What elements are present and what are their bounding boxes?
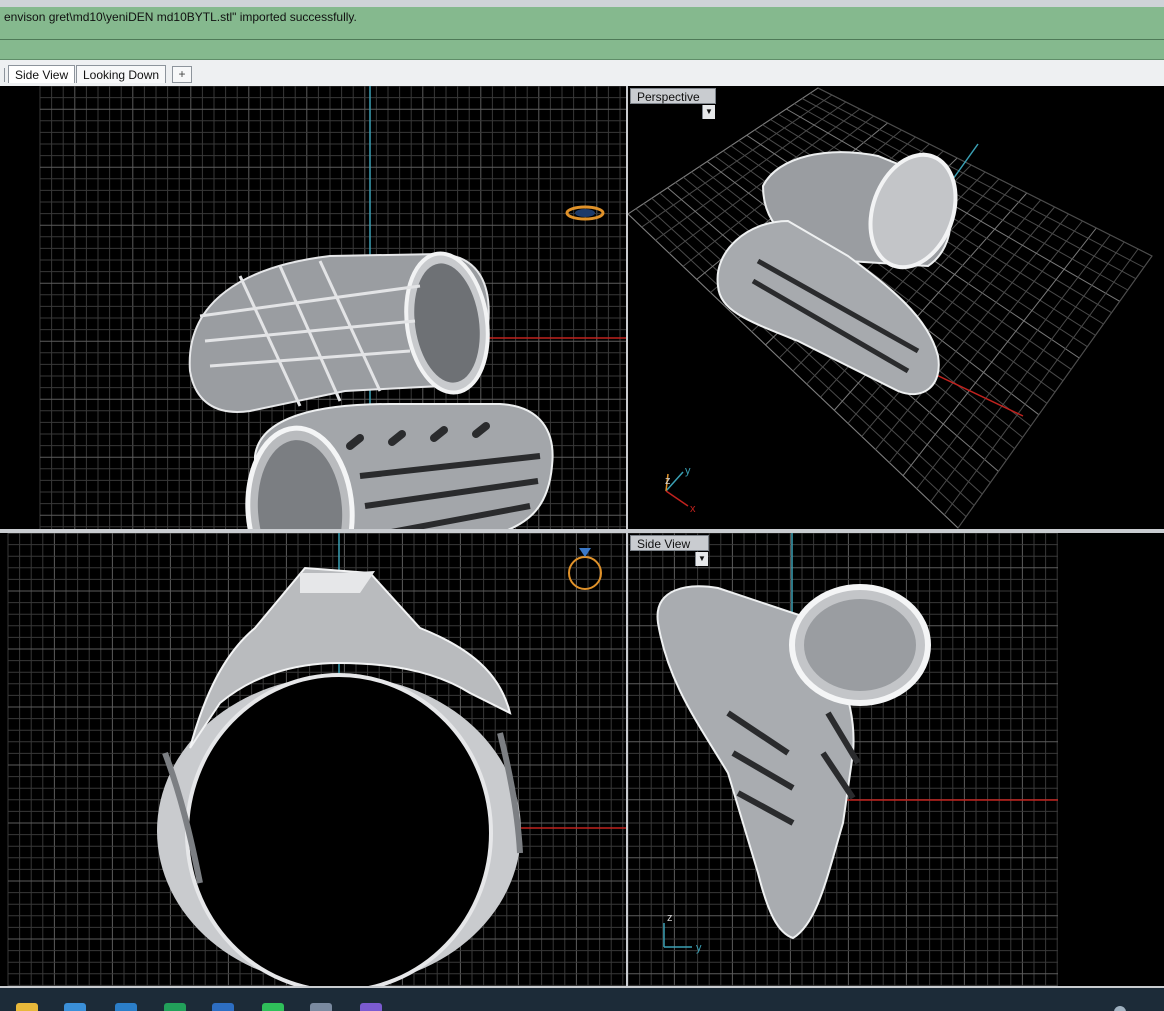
perspective-grid-line bbox=[943, 248, 1139, 516]
chevron-down-icon[interactable]: ▼ bbox=[695, 552, 708, 566]
viewport-side-view[interactable]: z y Side View ▼ bbox=[628, 533, 1164, 986]
viewport-perspective-canvas: z y x bbox=[628, 87, 1153, 529]
tab-side-view[interactable]: Side View bbox=[8, 65, 76, 83]
ring-model[interactable] bbox=[157, 566, 523, 986]
axis-label-y: y bbox=[685, 465, 691, 477]
axis-label-x: x bbox=[690, 503, 696, 515]
viewport-tab-bar: Side View Looking Down + bbox=[0, 60, 1164, 87]
folder-icon[interactable] bbox=[16, 1003, 38, 1011]
calculator-icon[interactable] bbox=[310, 1003, 332, 1011]
viewport-label-text: Perspective bbox=[637, 90, 700, 104]
viewport-looking-down[interactable] bbox=[0, 86, 626, 529]
viewport-divider-horizontal[interactable] bbox=[0, 529, 1164, 533]
axis-triad-perspective: z y x bbox=[665, 465, 696, 515]
perspective-grid-line bbox=[930, 241, 1125, 503]
perspective-x-axis bbox=[927, 370, 1024, 417]
tab-looking-down[interactable]: Looking Down bbox=[76, 65, 167, 83]
ring-model[interactable] bbox=[188, 248, 554, 529]
whatsapp-icon[interactable] bbox=[262, 1003, 284, 1011]
chevron-down-icon[interactable]: ▼ bbox=[702, 105, 715, 119]
app-icon[interactable] bbox=[360, 1003, 382, 1011]
viewport-front-canvas bbox=[7, 533, 626, 986]
mail-icon[interactable] bbox=[115, 1003, 137, 1011]
axis-label-z: z bbox=[667, 912, 673, 924]
viewport-looking-down-canvas bbox=[39, 86, 626, 529]
tray-icon[interactable] bbox=[1114, 1006, 1126, 1011]
command-history-line: envison gret\md10\yeniDEN md10BYTL.stl" … bbox=[4, 10, 357, 24]
viewport-divider-vertical[interactable] bbox=[626, 86, 628, 986]
axis-label-y: y bbox=[696, 942, 702, 954]
excel-icon[interactable] bbox=[164, 1003, 186, 1011]
command-history[interactable]: envison gret\md10\yeniDEN md10BYTL.stl" … bbox=[0, 7, 1164, 60]
viewport-perspective[interactable]: z y x Perspective ▼ bbox=[628, 86, 1164, 529]
taskbar bbox=[0, 986, 1164, 1011]
store-icon[interactable] bbox=[64, 1003, 86, 1011]
viewport-front[interactable] bbox=[0, 533, 626, 986]
viewport-label-text: Side View bbox=[637, 537, 691, 551]
viewport-side-view-canvas: z y bbox=[628, 533, 1058, 986]
paint-icon[interactable] bbox=[212, 1003, 234, 1011]
command-separator bbox=[0, 39, 1164, 40]
tab-scroll-edge bbox=[0, 68, 5, 82]
add-tab-button[interactable]: + bbox=[172, 66, 192, 83]
ring-model[interactable] bbox=[716, 143, 971, 396]
app-window: envison gret\md10\yeniDEN md10BYTL.stl" … bbox=[0, 0, 1164, 1011]
viewport-label-perspective[interactable]: Perspective ▼ bbox=[630, 88, 716, 119]
axis-label-z: z bbox=[665, 475, 671, 487]
viewport-label-side-view[interactable]: Side View ▼ bbox=[630, 535, 709, 566]
ring-orientation-icon[interactable] bbox=[568, 548, 602, 590]
axis-triad-side: z y bbox=[663, 912, 702, 954]
